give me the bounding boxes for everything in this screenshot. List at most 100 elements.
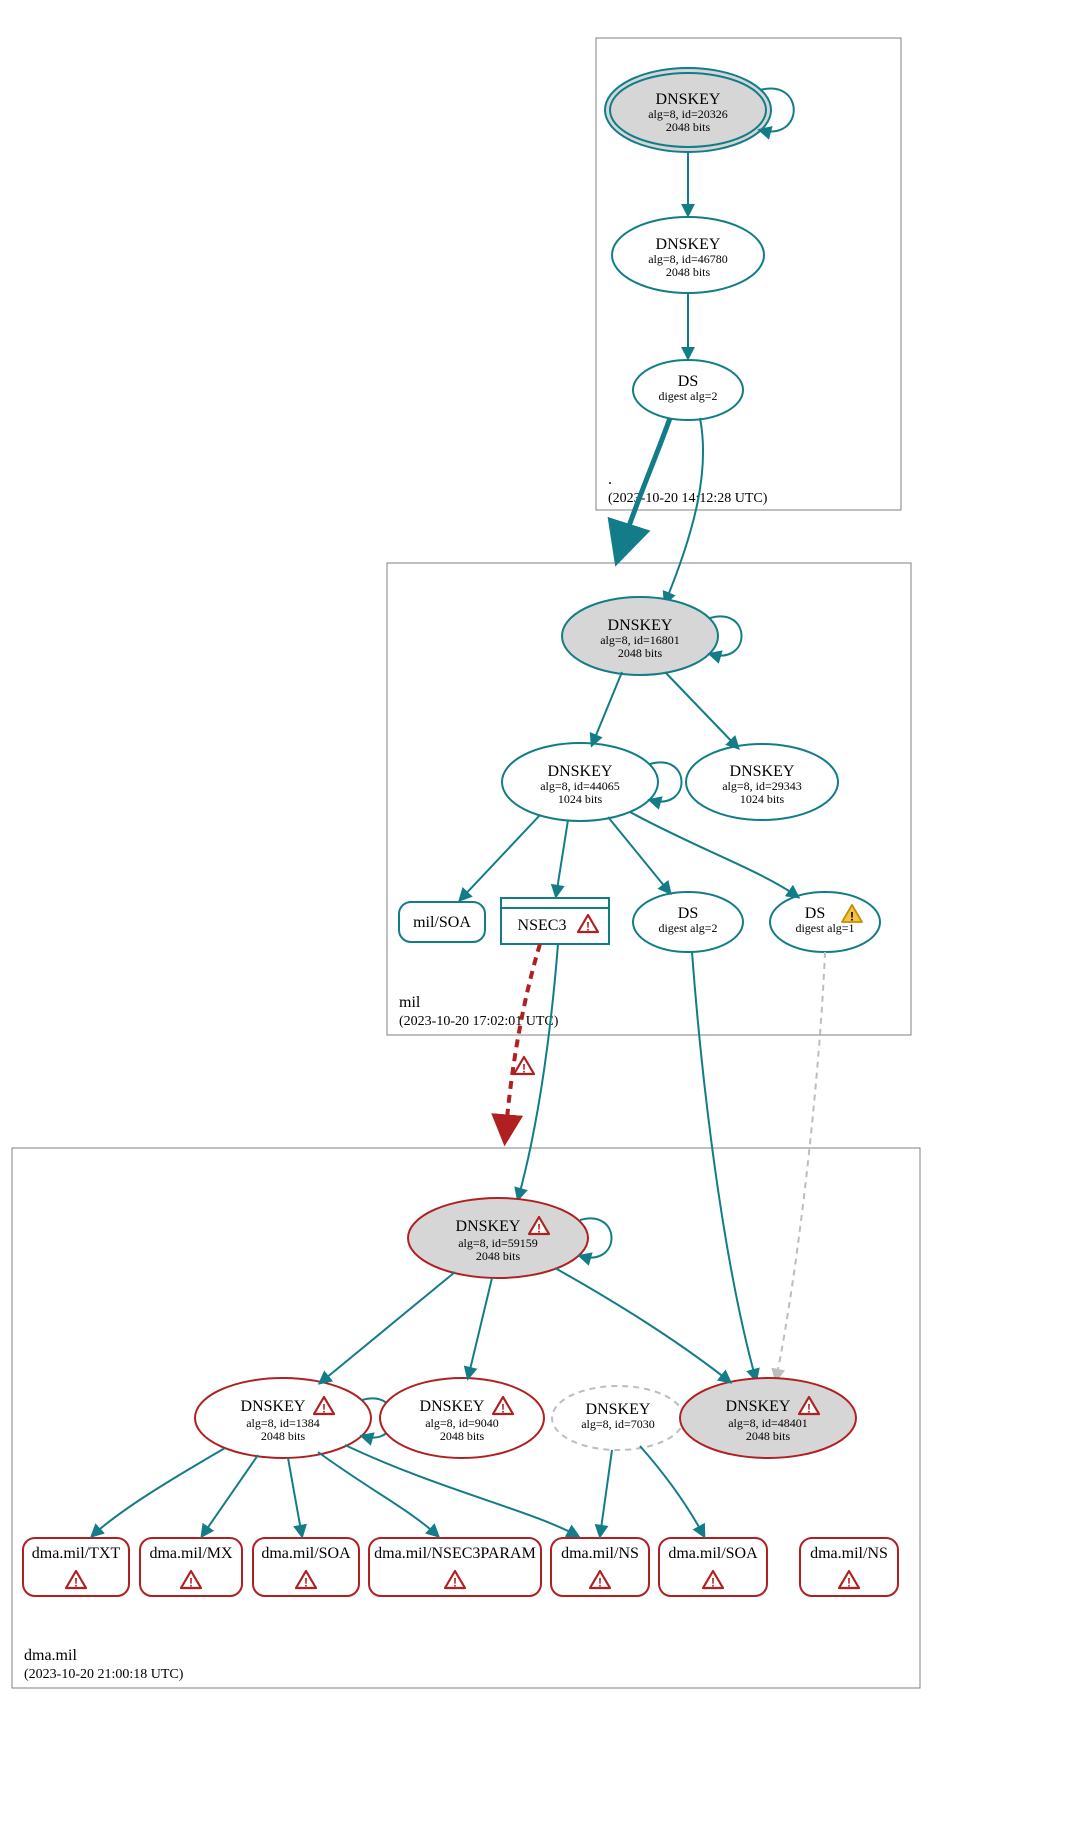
svg-text:DS: DS bbox=[678, 905, 698, 922]
svg-text:!: ! bbox=[304, 1576, 308, 1590]
svg-text:dma.mil/SOA: dma.mil/SOA bbox=[261, 1545, 351, 1562]
svg-text:digest alg=1: digest alg=1 bbox=[795, 921, 854, 935]
svg-text:!: ! bbox=[322, 1402, 326, 1416]
node-mil-nsec3: NSEC3 ! bbox=[501, 898, 609, 944]
svg-text:alg=8, id=29343: alg=8, id=29343 bbox=[722, 779, 802, 793]
svg-text:!: ! bbox=[850, 910, 854, 924]
svg-text:alg=8, id=46780: alg=8, id=46780 bbox=[648, 252, 728, 266]
node-rr-nsec3param: dma.mil/NSEC3PARAM ! bbox=[369, 1538, 541, 1596]
svg-text:2048 bits: 2048 bits bbox=[476, 1249, 521, 1263]
node-mil-ds2: DS digest alg=2 bbox=[633, 892, 743, 952]
node-root-zsk: DNSKEY alg=8, id=46780 2048 bits bbox=[612, 217, 764, 293]
svg-text:alg=8, id=1384: alg=8, id=1384 bbox=[246, 1416, 320, 1430]
edge-ds2-dma-zsk3 bbox=[692, 952, 756, 1380]
svg-text:!: ! bbox=[847, 1576, 851, 1590]
svg-text:1024 bits: 1024 bits bbox=[558, 792, 603, 806]
svg-text:!: ! bbox=[453, 1576, 457, 1590]
edge-gray-soa2 bbox=[640, 1446, 704, 1536]
svg-text:mil/SOA: mil/SOA bbox=[413, 914, 471, 931]
svg-text:DNSKEY: DNSKEY bbox=[656, 236, 721, 253]
svg-text:alg=8, id=48401: alg=8, id=48401 bbox=[728, 1416, 808, 1430]
warning-icon: ! bbox=[514, 1057, 534, 1076]
edge-mil-zsk-nsec3 bbox=[556, 820, 568, 896]
zone-mil-ts: (2023-10-20 17:02:01 UTC) bbox=[399, 1014, 559, 1029]
edge-root-to-mil-zone bbox=[618, 418, 670, 558]
svg-text:!: ! bbox=[189, 1576, 193, 1590]
svg-text:alg=8, id=7030: alg=8, id=7030 bbox=[581, 1417, 655, 1431]
svg-text:DNSKEY: DNSKEY bbox=[241, 1398, 306, 1415]
svg-text:2048 bits: 2048 bits bbox=[261, 1429, 306, 1443]
node-root-ksk: DNSKEY alg=8, id=20326 2048 bits bbox=[605, 68, 771, 152]
svg-text:alg=8, id=59159: alg=8, id=59159 bbox=[458, 1236, 538, 1250]
svg-text:2048 bits: 2048 bits bbox=[666, 120, 711, 134]
edge-mil-zsk-soa bbox=[460, 815, 540, 900]
svg-text:alg=8, id=44065: alg=8, id=44065 bbox=[540, 779, 620, 793]
svg-text:DNSKEY: DNSKEY bbox=[586, 1401, 651, 1418]
svg-text:DNSKEY: DNSKEY bbox=[420, 1398, 485, 1415]
svg-text:dma.mil/TXT: dma.mil/TXT bbox=[32, 1545, 121, 1562]
svg-text:digest alg=2: digest alg=2 bbox=[658, 389, 717, 403]
node-dma-zsk3: DNSKEY ! alg=8, id=48401 2048 bits bbox=[680, 1378, 856, 1458]
svg-text:!: ! bbox=[598, 1576, 602, 1590]
edge-dma-ksk-zsk2 bbox=[468, 1278, 492, 1378]
svg-text:2048 bits: 2048 bits bbox=[746, 1429, 791, 1443]
node-rr-ns: dma.mil/NS ! bbox=[551, 1538, 649, 1596]
svg-text:DNSKEY: DNSKEY bbox=[456, 1218, 521, 1235]
node-rr-soa: dma.mil/SOA ! bbox=[253, 1538, 359, 1596]
edge-ds1-dma-zsk3 bbox=[776, 952, 825, 1380]
edge-mil-zsk-ds1 bbox=[630, 812, 798, 897]
zone-root-title: . bbox=[608, 471, 612, 488]
svg-text:DNSKEY: DNSKEY bbox=[608, 617, 673, 634]
svg-text:!: ! bbox=[537, 1222, 541, 1236]
node-mil-zsk: DNSKEY alg=8, id=44065 1024 bits bbox=[502, 743, 658, 821]
svg-text:2048 bits: 2048 bits bbox=[666, 265, 711, 279]
edge-dma-ksk-zsk1 bbox=[320, 1272, 455, 1383]
svg-text:2048 bits: 2048 bits bbox=[440, 1429, 485, 1443]
svg-text:dma.mil/NS: dma.mil/NS bbox=[810, 1545, 888, 1562]
edge-zsk1-txt bbox=[92, 1448, 225, 1536]
zone-dma-ts: (2023-10-20 21:00:18 UTC) bbox=[24, 1667, 184, 1682]
edge-zsk1-soa bbox=[288, 1458, 302, 1536]
node-rr-mx: dma.mil/MX ! bbox=[140, 1538, 242, 1596]
svg-text:dma.mil/NS: dma.mil/NS bbox=[561, 1545, 639, 1562]
svg-text:!: ! bbox=[522, 1062, 526, 1076]
svg-text:2048 bits: 2048 bits bbox=[618, 646, 663, 660]
zone-dma-title: dma.mil bbox=[24, 1647, 77, 1664]
zone-mil-title: mil bbox=[399, 994, 421, 1011]
svg-text:dma.mil/MX: dma.mil/MX bbox=[149, 1545, 233, 1562]
svg-text:dma.mil/SOA: dma.mil/SOA bbox=[668, 1545, 758, 1562]
svg-text:digest alg=2: digest alg=2 bbox=[658, 921, 717, 935]
node-rr-ns2: dma.mil/NS ! bbox=[800, 1538, 898, 1596]
edge-zsk1-nsec3p bbox=[318, 1452, 438, 1536]
node-mil-ksk: DNSKEY alg=8, id=16801 2048 bits bbox=[562, 597, 718, 675]
svg-text:DS: DS bbox=[678, 373, 698, 390]
svg-text:!: ! bbox=[74, 1576, 78, 1590]
svg-text:DS: DS bbox=[805, 905, 825, 922]
edge-mil-ksk-zsk1 bbox=[592, 672, 622, 745]
node-mil-zsk2: DNSKEY alg=8, id=29343 1024 bits bbox=[686, 744, 838, 820]
svg-text:dma.mil/NSEC3PARAM: dma.mil/NSEC3PARAM bbox=[374, 1545, 536, 1562]
svg-text:!: ! bbox=[711, 1576, 715, 1590]
svg-text:DNSKEY: DNSKEY bbox=[548, 763, 613, 780]
node-dma-ksk: DNSKEY ! alg=8, id=59159 2048 bits bbox=[408, 1198, 588, 1278]
node-rr-soa2: dma.mil/SOA ! bbox=[659, 1538, 767, 1596]
edge-gray-ns bbox=[600, 1450, 612, 1536]
node-mil-ds1: DS digest alg=1 ! bbox=[770, 892, 880, 952]
node-dma-zsk2: DNSKEY ! alg=8, id=9040 2048 bits bbox=[380, 1378, 544, 1458]
svg-text:!: ! bbox=[807, 1402, 811, 1416]
node-dma-zsk1: DNSKEY ! alg=8, id=1384 2048 bits bbox=[195, 1378, 371, 1458]
svg-text:DNSKEY: DNSKEY bbox=[726, 1398, 791, 1415]
svg-text:DNSKEY: DNSKEY bbox=[656, 91, 721, 108]
edge-mil-ksk-zsk2 bbox=[665, 672, 738, 748]
node-rr-txt: dma.mil/TXT ! bbox=[23, 1538, 129, 1596]
edge-nsec3-red bbox=[505, 944, 540, 1140]
node-mil-soa: mil/SOA bbox=[399, 902, 485, 942]
node-root-ds: DS digest alg=2 bbox=[633, 360, 743, 420]
svg-text:!: ! bbox=[501, 1402, 505, 1416]
svg-text:1024 bits: 1024 bits bbox=[740, 792, 785, 806]
svg-text:alg=8, id=16801: alg=8, id=16801 bbox=[600, 633, 680, 647]
edge-dma-ksk-zsk3 bbox=[555, 1268, 730, 1382]
svg-text:!: ! bbox=[586, 920, 590, 934]
node-dma-gray: DNSKEY alg=8, id=7030 bbox=[552, 1386, 684, 1450]
svg-text:NSEC3: NSEC3 bbox=[518, 917, 567, 934]
